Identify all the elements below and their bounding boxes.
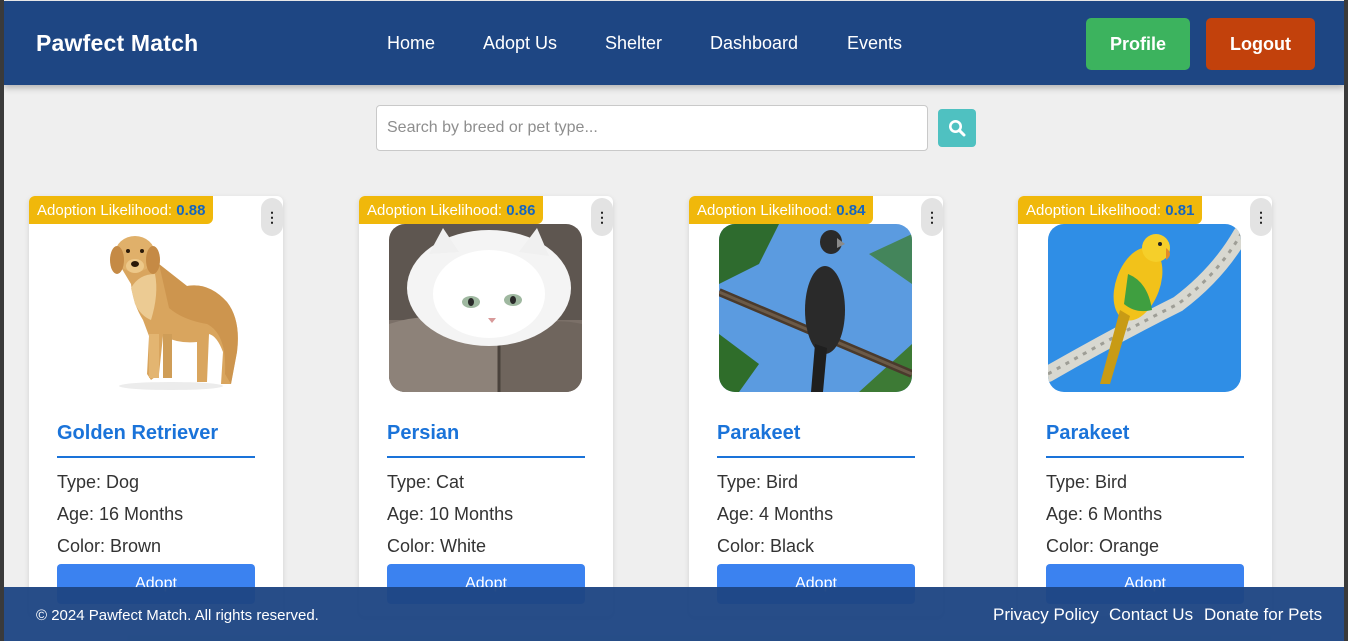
more-options-icon[interactable]: ⋮ [921, 198, 943, 236]
dog-illustration [59, 224, 252, 392]
nav-shelter[interactable]: Shelter [605, 33, 662, 54]
likelihood-value: 0.86 [506, 202, 536, 219]
pet-name[interactable]: Persian [387, 422, 585, 458]
footer-contact-us-link[interactable]: Contact Us [1109, 605, 1193, 625]
pet-card: Adoption Likelihood: 0.88 ⋮ Golden Retri… [29, 196, 283, 616]
pet-photo [389, 224, 582, 392]
adoption-likelihood-badge: Adoption Likelihood: 0.84 [689, 196, 874, 224]
nav-dashboard[interactable]: Dashboard [710, 33, 798, 54]
pet-card: Adoption Likelihood: 0.86 ⋮ Persian Type… [359, 196, 613, 616]
black-bird-illustration [719, 224, 912, 392]
pet-card: Adoption Likelihood: 0.84 ⋮ Parakeet Typ… [689, 196, 943, 616]
likelihood-value: 0.81 [1165, 202, 1195, 219]
pet-name[interactable]: Golden Retriever [57, 422, 255, 458]
logout-button[interactable]: Logout [1206, 18, 1315, 70]
likelihood-label: Adoption Likelihood: [1026, 202, 1162, 219]
pet-type: Type: Bird [1046, 472, 1128, 492]
brand-logo[interactable]: Pawfect Match [36, 30, 198, 57]
pet-name[interactable]: Parakeet [717, 422, 915, 458]
search-input[interactable] [376, 105, 928, 151]
pet-card: Adoption Likelihood: 0.81 ⋮ Parakeet Typ… [1018, 196, 1272, 616]
profile-button[interactable]: Profile [1086, 18, 1190, 70]
pet-photo [1048, 224, 1241, 392]
pet-age: Age: 4 Months [717, 504, 834, 524]
adoption-likelihood-badge: Adoption Likelihood: 0.86 [359, 196, 544, 224]
more-options-icon[interactable]: ⋮ [1250, 198, 1272, 236]
pet-age: Age: 6 Months [1046, 504, 1163, 524]
pet-age: Age: 10 Months [387, 504, 514, 524]
pet-color: Color: Brown [57, 536, 162, 556]
adoption-likelihood-badge: Adoption Likelihood: 0.88 [29, 196, 214, 224]
cat-illustration [389, 224, 582, 392]
likelihood-value: 0.88 [176, 202, 206, 219]
more-options-icon[interactable]: ⋮ [591, 198, 613, 236]
pet-color: Color: White [387, 536, 487, 556]
yellow-parakeet-illustration [1048, 224, 1241, 392]
pet-age: Age: 16 Months [57, 504, 184, 524]
navbar: Pawfect Match Home Adopt Us Shelter Dash… [4, 1, 1344, 85]
likelihood-label: Adoption Likelihood: [697, 202, 833, 219]
search-icon [949, 120, 966, 137]
nav-home[interactable]: Home [387, 33, 435, 54]
pet-name[interactable]: Parakeet [1046, 422, 1244, 458]
adoption-likelihood-badge: Adoption Likelihood: 0.81 [1018, 196, 1203, 224]
footer: © 2024 Pawfect Match. All rights reserve… [4, 587, 1344, 641]
more-options-icon[interactable]: ⋮ [261, 198, 283, 236]
footer-donate-link[interactable]: Donate for Pets [1204, 605, 1322, 625]
likelihood-label: Adoption Likelihood: [37, 202, 173, 219]
pet-color: Color: Orange [1046, 536, 1160, 556]
nav-events[interactable]: Events [847, 33, 902, 54]
pet-type: Type: Dog [57, 472, 140, 492]
search-button[interactable] [938, 109, 976, 147]
footer-privacy-policy-link[interactable]: Privacy Policy [993, 605, 1099, 625]
pet-type: Type: Cat [387, 472, 465, 492]
copyright-text: © 2024 Pawfect Match. All rights reserve… [36, 607, 319, 624]
likelihood-label: Adoption Likelihood: [367, 202, 503, 219]
pet-photo [59, 224, 252, 392]
app-frame: Pawfect Match Home Adopt Us Shelter Dash… [4, 0, 1344, 641]
pet-photo [719, 224, 912, 392]
likelihood-value: 0.84 [836, 202, 866, 219]
pet-color: Color: Black [717, 536, 815, 556]
pet-type: Type: Bird [717, 472, 799, 492]
nav-adopt-us[interactable]: Adopt Us [483, 33, 557, 54]
